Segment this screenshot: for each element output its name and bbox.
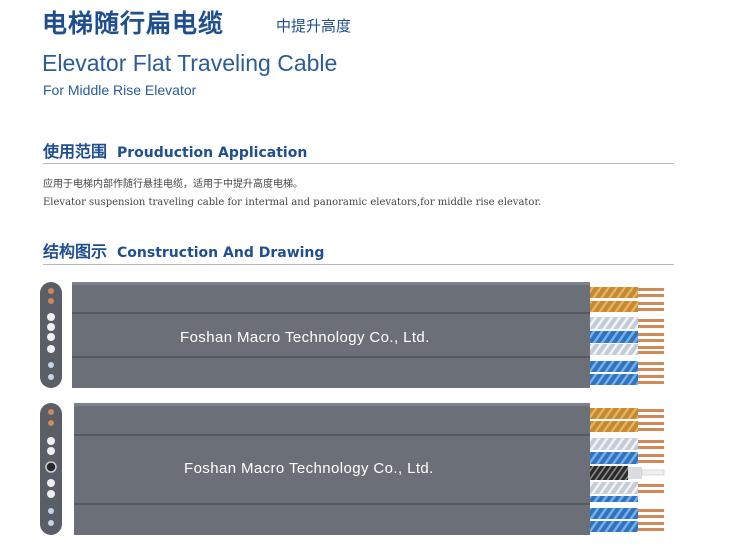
title-chinese-subtitle: 中提升高度 xyxy=(276,17,352,35)
cable-2-watermark: Foshan Macro Technology Co., Ltd. xyxy=(184,460,434,477)
section-heading-construction: 结构图示 Construction And Drawing xyxy=(43,238,324,262)
subtitle-english: For Middle Rise Elevator xyxy=(43,82,197,98)
section-heading-application: 使用范围 Prouduction Application xyxy=(43,138,307,162)
section-heading-application-cn: 使用范围 xyxy=(43,142,108,161)
cable-drawings: Foshan Macro Technology Co., Ltd. Foshan… xyxy=(40,282,665,535)
title-english: Elevator Flat Traveling Cable xyxy=(42,50,338,76)
section-heading-construction-en: Construction And Drawing xyxy=(117,245,325,261)
cable-2: Foshan Macro Technology Co., Ltd. xyxy=(40,403,665,535)
cable-1-watermark: Foshan Macro Technology Co., Ltd. xyxy=(180,329,430,346)
application-text-cn: 应用于电梯内部作随行悬挂电缆，适用于中提升高度电梯。 xyxy=(43,179,303,190)
application-text-en: Elevator suspension traveling cable for … xyxy=(43,197,542,208)
section-heading-application-en: Prouduction Application xyxy=(117,145,308,161)
section-heading-construction-cn: 结构图示 xyxy=(43,242,108,261)
section-divider xyxy=(43,163,674,164)
title-chinese: 电梯随行扁电缆 xyxy=(42,9,225,38)
cable-1: Foshan Macro Technology Co., Ltd. xyxy=(40,282,664,388)
section-divider xyxy=(43,264,674,265)
